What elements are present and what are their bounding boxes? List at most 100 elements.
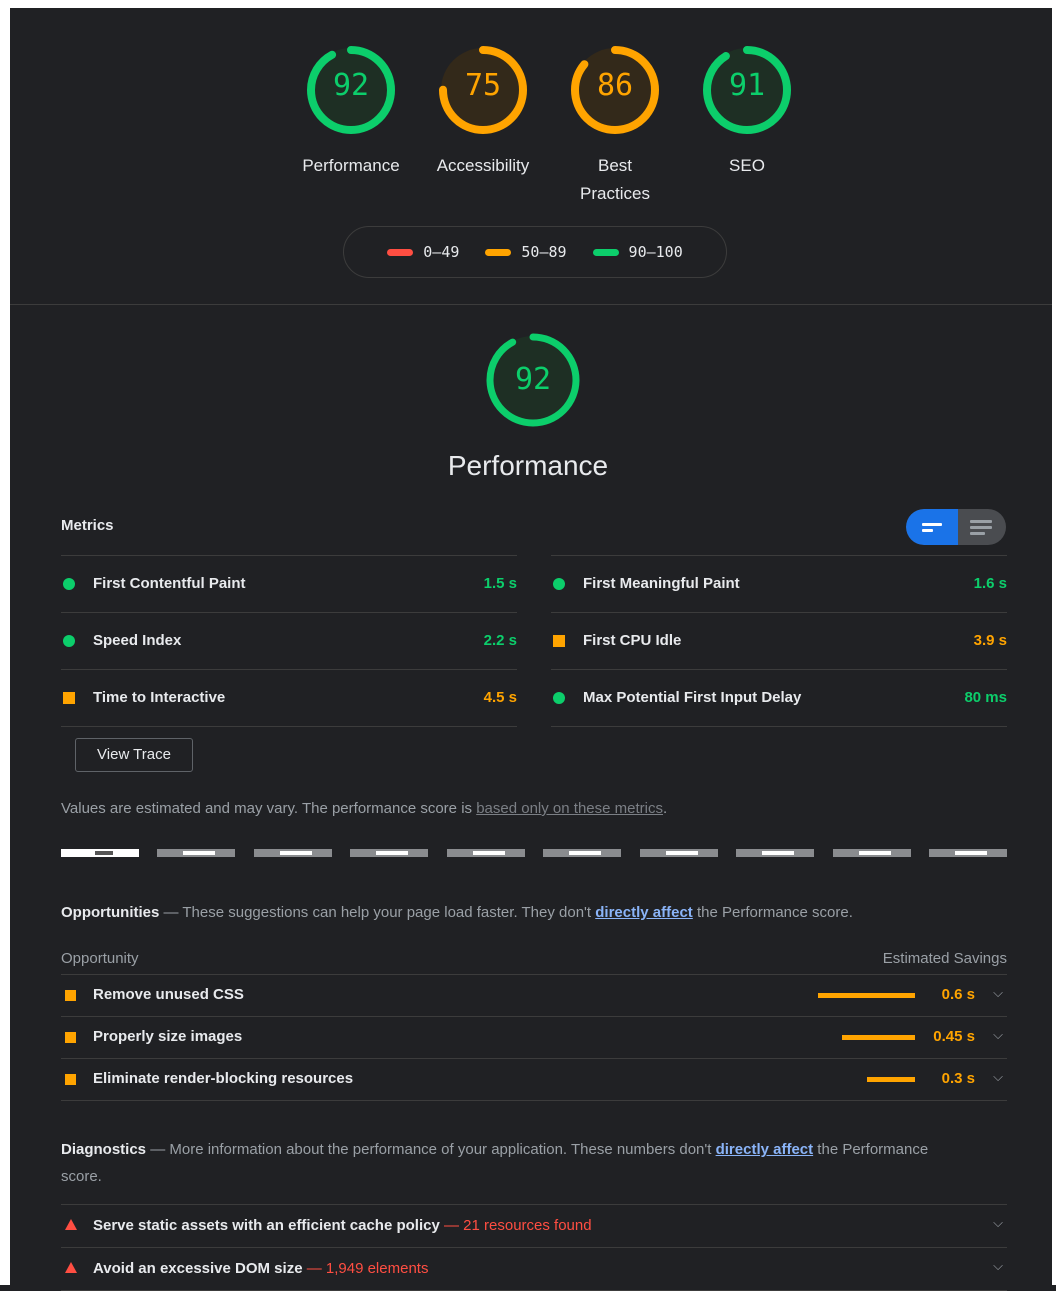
gauge-label: Performance bbox=[302, 156, 400, 175]
average-square-icon bbox=[65, 1032, 76, 1043]
filmstrip-frame bbox=[157, 849, 236, 857]
diagnostic-row[interactable]: Serve static assets with an efficient ca… bbox=[61, 1205, 1007, 1248]
gauge-best-practices[interactable]: 86 Best Practices bbox=[549, 42, 681, 208]
note-suffix: . bbox=[662, 800, 668, 817]
legend-average: 50–89 bbox=[485, 243, 567, 261]
diagnostic-title: Serve static assets with an efficient ca… bbox=[93, 1217, 440, 1234]
filmstrip bbox=[61, 849, 1007, 857]
gauge-score: 75 bbox=[464, 68, 502, 103]
opportunities-table: Opportunity Estimated Savings Remove unu… bbox=[61, 946, 1007, 1101]
legend-average-label: 50–89 bbox=[521, 243, 567, 261]
metric-row: First Meaningful Paint 1.6 s bbox=[551, 555, 1007, 612]
screenshot-border-right bbox=[1052, 0, 1056, 1285]
opportunity-row[interactable]: Remove unused CSS 0.6 s ⌵ bbox=[61, 975, 1007, 1017]
metric-label: First Contentful Paint bbox=[93, 575, 246, 592]
col-estimated-savings: Estimated Savings bbox=[882, 950, 1007, 967]
metric-value: 1.6 s bbox=[973, 575, 1007, 592]
score-legend: 0–49 50–89 90–100 bbox=[343, 226, 727, 278]
metric-label: First CPU Idle bbox=[583, 632, 682, 649]
performance-title: Performance bbox=[447, 450, 609, 481]
chevron-down-icon[interactable]: ⌵ bbox=[993, 1027, 1003, 1043]
metric-value: 3.9 s bbox=[973, 632, 1007, 649]
metrics-heading: Metrics bbox=[61, 517, 114, 534]
legend-pass: 90–100 bbox=[592, 243, 683, 261]
average-square-icon bbox=[65, 1074, 76, 1085]
gauge-seo[interactable]: 91 SEO bbox=[681, 42, 813, 208]
metric-row: First Contentful Paint 1.5 s bbox=[61, 555, 517, 612]
fail-triangle-icon bbox=[65, 1219, 77, 1230]
filmstrip-frame bbox=[736, 849, 815, 857]
savings-bar bbox=[842, 1035, 915, 1040]
metric-value: 4.5 s bbox=[483, 689, 517, 706]
scores-header: 92 Performance 75 Accessibility 86 Best … bbox=[10, 8, 1052, 304]
metric-value: 80 ms bbox=[964, 689, 1007, 706]
metric-value: 2.2 s bbox=[483, 632, 517, 649]
opportunities-header: Opportunities — These suggestions can he… bbox=[61, 904, 1021, 921]
legend-pass-label: 90–100 bbox=[628, 243, 683, 261]
average-dash-icon bbox=[485, 248, 512, 256]
pass-circle-icon bbox=[63, 635, 75, 647]
filmstrip-frame bbox=[928, 849, 1007, 857]
diagnostics-desc: — More information about the performance… bbox=[146, 1141, 716, 1158]
filmstrip-frame bbox=[253, 849, 332, 857]
opportunity-label: Properly size images bbox=[93, 1028, 243, 1045]
opportunities-column-headers: Opportunity Estimated Savings bbox=[61, 946, 1007, 975]
opportunity-label: Eliminate render-blocking resources bbox=[93, 1070, 354, 1087]
gauge-score: 86 bbox=[596, 68, 634, 103]
diagnostics-header: Diagnostics — More information about the… bbox=[61, 1136, 961, 1190]
legend-fail: 0–49 bbox=[387, 243, 459, 261]
metric-row: Max Potential First Input Delay 80 ms bbox=[551, 669, 1007, 727]
toggle-expanded-view[interactable] bbox=[958, 509, 1006, 545]
metrics-note: Values are estimated and may vary. The p… bbox=[61, 800, 667, 817]
metric-label: Speed Index bbox=[93, 632, 182, 649]
directly-affect-link[interactable]: directly affect bbox=[595, 904, 693, 921]
diagnostic-detail: — 1,949 elements bbox=[302, 1260, 429, 1277]
filmstrip-frame bbox=[543, 849, 622, 857]
filmstrip-frame bbox=[350, 849, 429, 857]
chevron-down-icon[interactable]: ⌵ bbox=[993, 1258, 1003, 1274]
savings-value: 0.6 s bbox=[941, 986, 975, 1003]
pass-circle-icon bbox=[553, 692, 565, 704]
gauge-accessibility[interactable]: 75 Accessibility bbox=[417, 42, 549, 208]
average-square-icon bbox=[553, 635, 565, 647]
screenshot-border-top bbox=[0, 0, 1056, 8]
filmstrip-frame bbox=[61, 849, 139, 857]
pass-dash-icon bbox=[592, 248, 619, 256]
metric-label: First Meaningful Paint bbox=[583, 575, 740, 592]
toggle-compact-view[interactable] bbox=[906, 509, 958, 545]
gauge-performance[interactable]: 92 Performance bbox=[285, 42, 417, 208]
savings-value: 0.45 s bbox=[933, 1028, 975, 1045]
performance-score: 92 bbox=[514, 362, 552, 397]
directly-affect-link[interactable]: directly affect bbox=[716, 1141, 814, 1158]
pass-circle-icon bbox=[553, 578, 565, 590]
savings-value: 0.3 s bbox=[941, 1070, 975, 1087]
diagnostics-list: Serve static assets with an efficient ca… bbox=[61, 1204, 1007, 1291]
metric-label: Time to Interactive bbox=[93, 689, 226, 706]
savings-bar bbox=[818, 993, 915, 998]
view-trace-button[interactable]: View Trace bbox=[75, 738, 193, 772]
metrics-link[interactable]: based only on these metrics bbox=[476, 800, 663, 817]
savings-bar bbox=[866, 1077, 915, 1082]
average-square-icon bbox=[63, 692, 75, 704]
opportunity-row[interactable]: Eliminate render-blocking resources 0.3 … bbox=[61, 1059, 1007, 1101]
metric-value: 1.5 s bbox=[483, 575, 517, 592]
opportunities-desc-suffix: the Performance score. bbox=[692, 904, 853, 921]
col-opportunity: Opportunity bbox=[61, 950, 139, 967]
chevron-down-icon[interactable]: ⌵ bbox=[993, 1215, 1003, 1231]
opportunity-row[interactable]: Properly size images 0.45 s ⌵ bbox=[61, 1017, 1007, 1059]
diagnostic-label: Serve static assets with an efficient ca… bbox=[93, 1217, 592, 1234]
note-text: Values are estimated and may vary. The p… bbox=[61, 800, 477, 817]
filmstrip-frame bbox=[639, 849, 718, 857]
chevron-down-icon[interactable]: ⌵ bbox=[993, 1069, 1003, 1085]
metrics-view-toggle[interactable] bbox=[906, 509, 1006, 545]
gauge-score: 92 bbox=[332, 68, 370, 103]
diagnostic-title: Avoid an excessive DOM size bbox=[93, 1260, 303, 1277]
screenshot-border-left bbox=[0, 0, 10, 1285]
gauge-label: Accessibility bbox=[436, 156, 530, 175]
average-square-icon bbox=[65, 990, 76, 1001]
fail-triangle-icon bbox=[65, 1262, 77, 1273]
section-divider bbox=[10, 304, 1052, 305]
metric-label: Max Potential First Input Delay bbox=[583, 689, 802, 706]
diagnostics-title: Diagnostics bbox=[61, 1141, 147, 1158]
chevron-down-icon[interactable]: ⌵ bbox=[993, 985, 1003, 1001]
